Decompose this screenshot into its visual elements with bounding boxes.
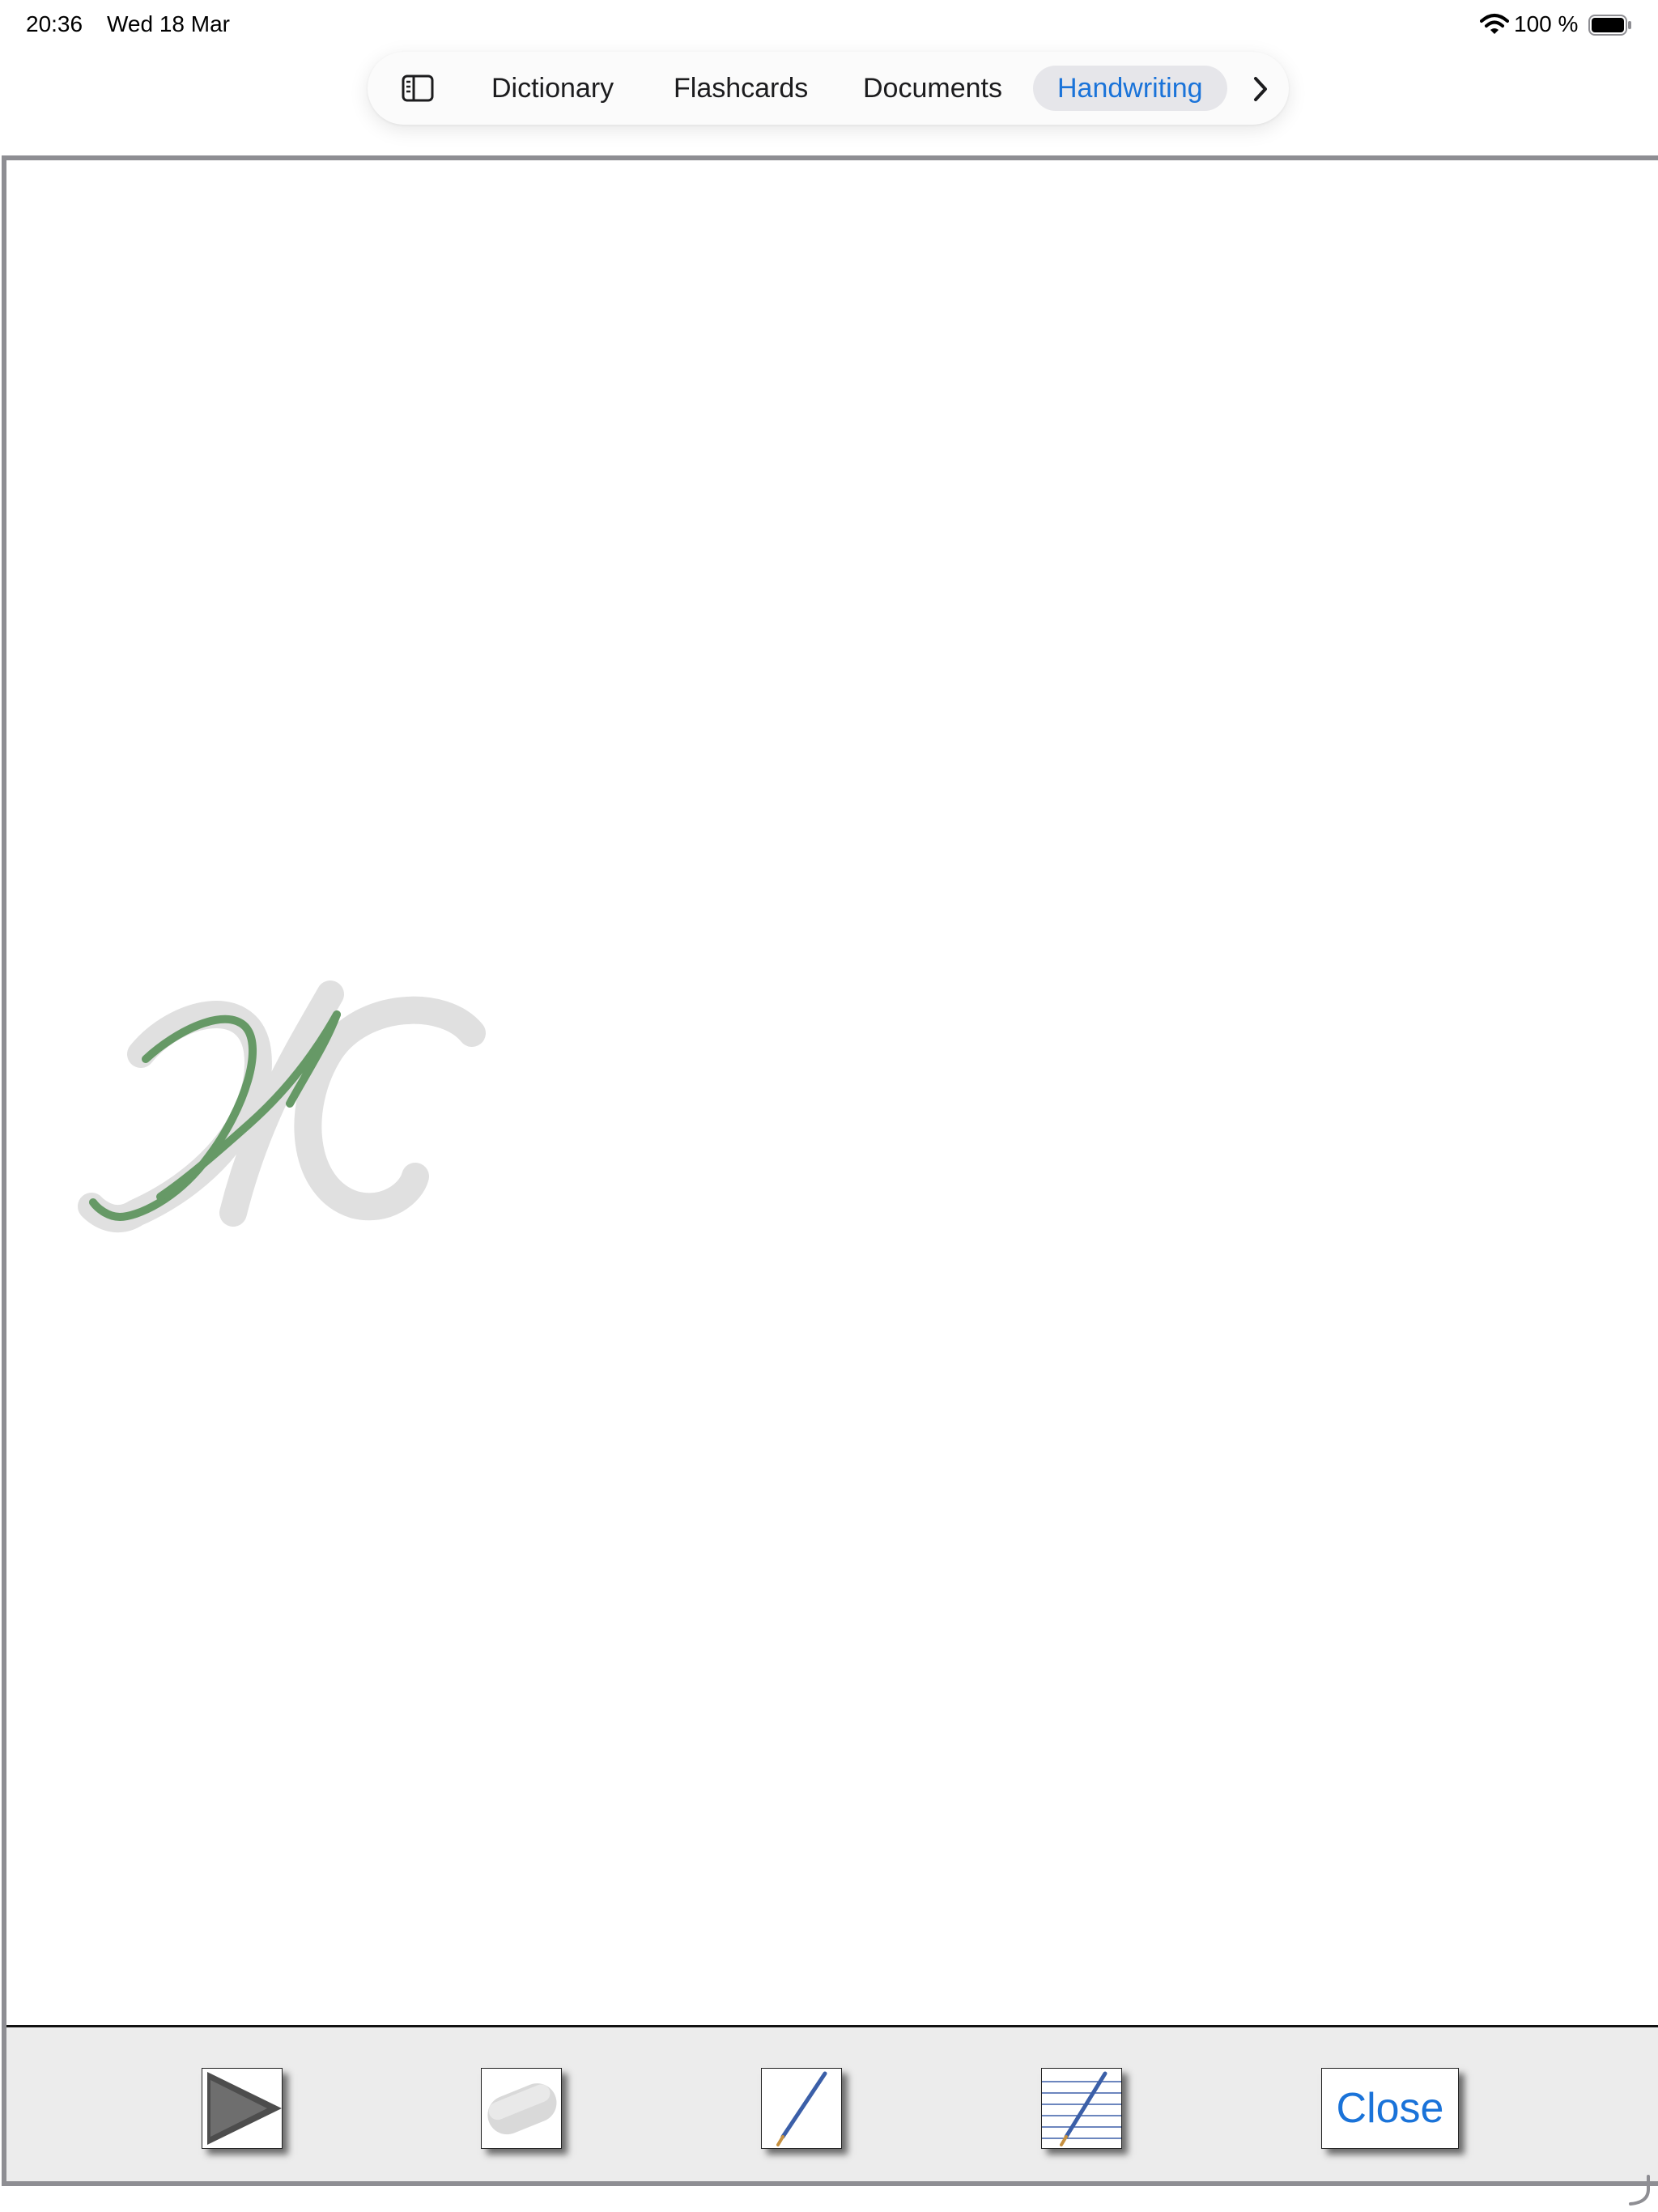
status-time: 20:36 [26, 11, 83, 36]
resize-corner-icon [1629, 2175, 1650, 2206]
tab-flashcards[interactable]: Flashcards [674, 66, 808, 111]
chevron-right-icon[interactable] [1248, 73, 1273, 105]
tab-dictionary[interactable]: Dictionary [491, 66, 614, 111]
sidebar-toggle-icon[interactable] [400, 71, 436, 105]
close-button[interactable]: Close [1321, 2068, 1459, 2149]
guide-character [78, 981, 486, 1233]
pencil-button[interactable] [761, 2068, 842, 2149]
eraser-icon [487, 2083, 557, 2135]
lined-paper-pencil-icon [1042, 2071, 1121, 2146]
eraser-button[interactable] [481, 2068, 562, 2149]
tab-bar: Dictionary Flashcards Documents Handwrit… [368, 52, 1289, 125]
tab-documents[interactable]: Documents [863, 66, 1002, 111]
wifi-icon [1480, 14, 1509, 34]
bottom-toolbar: Close [6, 2025, 1658, 2181]
status-bar: 20:36 Wed 18 Mar 100 % [0, 0, 1658, 52]
handwriting-canvas[interactable] [6, 160, 1658, 2023]
play-icon [207, 2072, 282, 2145]
battery-percent: 100 % [1514, 11, 1579, 36]
status-date: Wed 18 Mar [107, 11, 230, 36]
battery-icon [1588, 15, 1631, 36]
handwriting-frame: Close [2, 155, 1658, 2186]
play-button[interactable] [202, 2068, 283, 2149]
pencil-icon [776, 2071, 827, 2146]
lined-paper-button[interactable] [1041, 2068, 1122, 2149]
tab-handwriting[interactable]: Handwriting [1033, 66, 1227, 111]
